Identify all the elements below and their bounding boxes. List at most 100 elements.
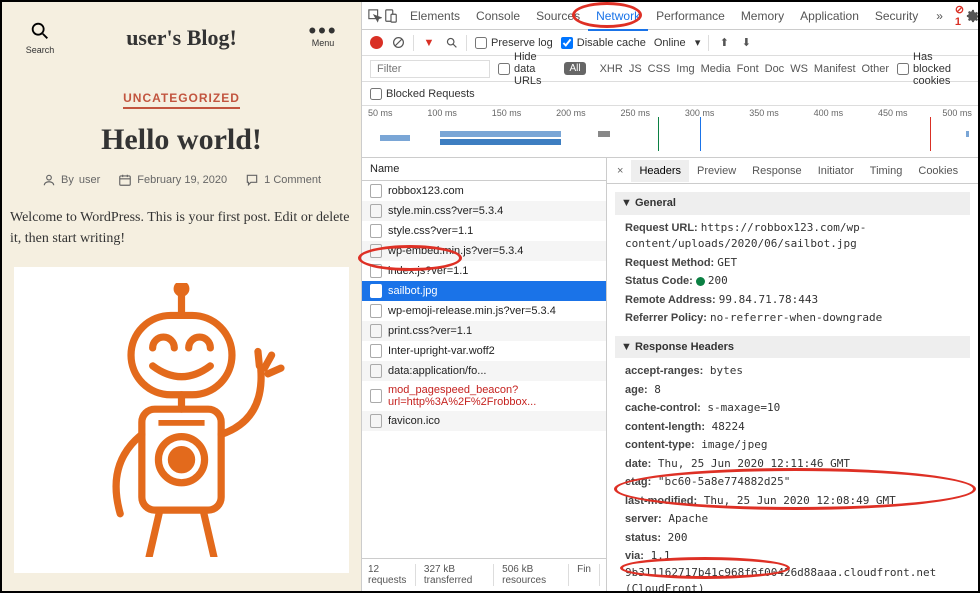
date: February 19, 2020 [118, 173, 227, 187]
header-row: last-modified: Thu, 25 Jun 2020 12:08:49… [615, 492, 970, 511]
header-row: content-type: image/jpeg [615, 436, 970, 455]
file-icon [370, 414, 382, 428]
timeline[interactable]: 50 ms100 ms150 ms200 ms250 ms300 ms350 m… [362, 106, 978, 158]
search-button[interactable]: Search [20, 20, 60, 55]
search-icon[interactable] [444, 36, 458, 50]
request-row[interactable]: favicon.ico [362, 411, 606, 431]
request-name: mod_pagespeed_beacon?url=http%3A%2F%2Fro… [388, 384, 598, 408]
tab-security[interactable]: Security [867, 3, 926, 29]
blocked-requests[interactable]: Blocked Requests [370, 88, 475, 100]
filter-xhr[interactable]: XHR [600, 63, 623, 75]
header-row: etag: "bc60-5a8e774882d25" [615, 473, 970, 492]
request-name: robbox123.com [388, 185, 464, 197]
detail-tab-headers[interactable]: Headers [631, 160, 689, 182]
request-row[interactable]: Inter-upright-var.woff2 [362, 341, 606, 361]
requests-footer: 12 requests 327 kB transferred 506 kB re… [362, 558, 606, 591]
calendar-icon [118, 173, 132, 187]
error-count[interactable]: ⊘ 1 [955, 3, 964, 28]
request-row[interactable]: wp-embed.min.js?ver=5.3.4 [362, 241, 606, 261]
tab-application[interactable]: Application [792, 3, 867, 29]
request-row[interactable]: style.min.css?ver=5.3.4 [362, 201, 606, 221]
detail-tab-cookies[interactable]: Cookies [910, 160, 966, 182]
filter-media[interactable]: Media [701, 63, 731, 75]
devtools-panel: ElementsConsoleSourcesNetworkPerformance… [362, 2, 978, 591]
tab-network[interactable]: Network [588, 3, 648, 31]
header-row: age: 8 [615, 381, 970, 400]
close-icon[interactable]: × [611, 165, 629, 177]
throttle-select[interactable]: Online ▾ [654, 36, 701, 49]
filter-icon[interactable]: ▼ [422, 36, 436, 50]
request-row[interactable]: mod_pagespeed_beacon?url=http%3A%2F%2Fro… [362, 381, 606, 411]
detail-tab-timing[interactable]: Timing [862, 160, 911, 182]
header-row: status: 200 [615, 529, 970, 548]
filter-font[interactable]: Font [737, 63, 759, 75]
request-name: print.css?ver=1.1 [388, 325, 472, 337]
file-icon [370, 364, 382, 378]
filter-css[interactable]: CSS [648, 63, 671, 75]
request-row[interactable]: print.css?ver=1.1 [362, 321, 606, 341]
file-icon [370, 224, 382, 238]
requests-header[interactable]: Name [362, 158, 606, 181]
user-icon [42, 173, 56, 187]
site-title[interactable]: user's Blog! [60, 25, 303, 51]
clear-button[interactable] [391, 36, 405, 50]
category-link[interactable]: UNCATEGORIZED [2, 91, 361, 105]
detail-tab-initiator[interactable]: Initiator [810, 160, 862, 182]
request-row[interactable]: wp-emoji-release.min.js?ver=5.3.4 [362, 301, 606, 321]
preserve-log[interactable]: Preserve log [475, 37, 553, 49]
site-panel: Search user's Blog! ••• Menu UNCATEGORIZ… [2, 2, 362, 591]
file-icon [370, 324, 382, 338]
detail-tabs: × HeadersPreviewResponseInitiatorTimingC… [607, 158, 978, 184]
detail-tab-preview[interactable]: Preview [689, 160, 744, 182]
request-row[interactable]: robbox123.com [362, 181, 606, 201]
settings-icon[interactable] [966, 9, 978, 23]
menu-button[interactable]: ••• Menu [303, 27, 343, 49]
section-response-headers[interactable]: ▼ Response Headers [615, 336, 970, 359]
request-name: Inter-upright-var.woff2 [388, 345, 495, 357]
filter-js[interactable]: JS [629, 63, 642, 75]
header-row: via: 1.1 9b311162717b41c968f6f00426d88aa… [615, 547, 970, 591]
filter-ws[interactable]: WS [790, 63, 808, 75]
request-row[interactable]: data:application/fo... [362, 361, 606, 381]
upload-icon[interactable]: ⬆ [717, 36, 731, 50]
filter-other[interactable]: Other [862, 63, 890, 75]
tab-sources[interactable]: Sources [528, 3, 588, 29]
section-general[interactable]: ▼ General [615, 192, 970, 215]
detail-tab-response[interactable]: Response [744, 160, 810, 182]
header-row: accept-ranges: bytes [615, 362, 970, 381]
tab-memory[interactable]: Memory [733, 3, 792, 29]
tab-more[interactable]: » [928, 3, 951, 29]
post-meta: By user February 19, 2020 1 Comment [2, 173, 361, 187]
file-icon [370, 204, 382, 218]
inspect-icon[interactable] [368, 9, 382, 23]
request-name: sailbot.jpg [388, 285, 438, 297]
post-image [14, 267, 349, 573]
filter-input[interactable] [370, 60, 490, 78]
request-name: wp-embed.min.js?ver=5.3.4 [388, 245, 523, 257]
download-icon[interactable]: ⬇ [739, 36, 753, 50]
request-name: favicon.ico [388, 415, 440, 427]
headers-panel: ▼ General Request URL: https://robbox123… [607, 184, 978, 591]
record-button[interactable] [370, 36, 383, 49]
tab-elements[interactable]: Elements [402, 3, 468, 29]
request-row[interactable]: style.css?ver=1.1 [362, 221, 606, 241]
filter-manifest[interactable]: Manifest [814, 63, 856, 75]
request-row[interactable]: sailbot.jpg [362, 281, 606, 301]
tab-console[interactable]: Console [468, 3, 528, 29]
comments-link[interactable]: 1 Comment [245, 173, 321, 187]
file-icon [370, 284, 382, 298]
tab-performance[interactable]: Performance [648, 3, 733, 29]
filter-all[interactable]: All [564, 62, 585, 75]
filter-doc[interactable]: Doc [765, 63, 785, 75]
file-icon [370, 389, 382, 403]
file-icon [370, 244, 382, 258]
device-icon[interactable] [384, 9, 398, 23]
request-row[interactable]: index.js?ver=1.1 [362, 261, 606, 281]
disable-cache[interactable]: Disable cache [561, 37, 646, 49]
filter-img[interactable]: Img [676, 63, 694, 75]
request-list: robbox123.com style.min.css?ver=5.3.4styl… [362, 181, 606, 558]
author[interactable]: By user [42, 173, 100, 187]
post-content: Welcome to WordPress. This is your first… [2, 207, 361, 249]
request-name: index.js?ver=1.1 [388, 265, 468, 277]
file-icon [370, 344, 382, 358]
